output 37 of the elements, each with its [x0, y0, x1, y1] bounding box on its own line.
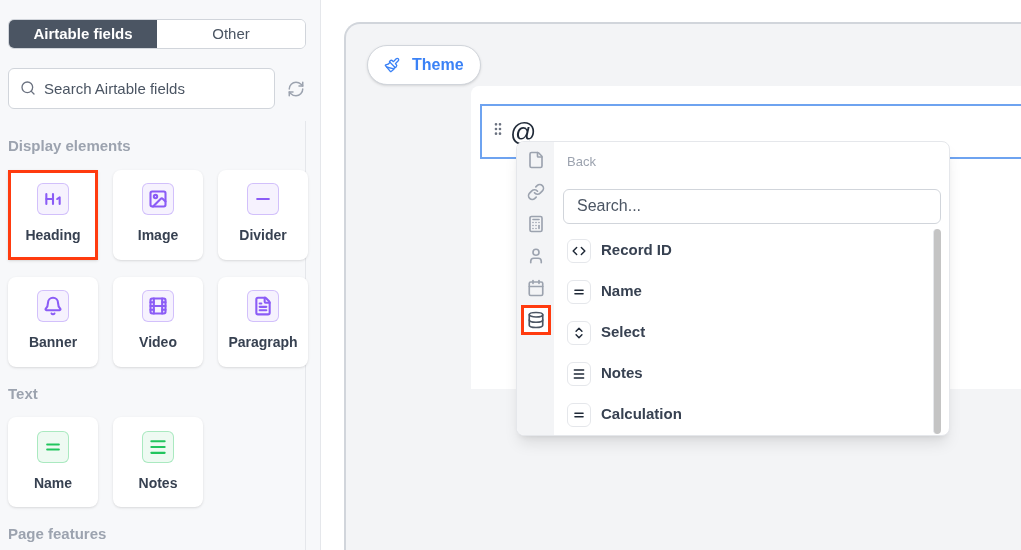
search-field[interactable]: Search...	[563, 188, 941, 224]
field-option[interactable]: Select	[567, 318, 933, 347]
card-label: Image	[137, 226, 179, 245]
element-card[interactable]: Paragraph	[218, 276, 308, 367]
element-card[interactable]: Notes	[113, 417, 203, 507]
equal-lines-icon	[567, 279, 591, 304]
element-card[interactable]: Video	[113, 276, 203, 367]
section-title: Page features	[8, 524, 108, 544]
card-label: Heading	[25, 226, 81, 245]
equal-lines-icon	[567, 402, 591, 427]
search-field[interactable]: Search Airtable fields	[8, 68, 275, 109]
paintbrush-icon	[384, 57, 400, 73]
section-title: Text	[8, 383, 39, 404]
tab[interactable]: Airtable fields	[9, 20, 157, 48]
element-card[interactable]: Banner	[8, 276, 98, 367]
card-label: Notes	[138, 473, 178, 493]
field-option[interactable]: Record ID	[567, 236, 933, 265]
field-option[interactable]: Calculation	[567, 400, 933, 429]
element-card[interactable]: Image	[113, 169, 203, 260]
refresh-icon[interactable]	[287, 79, 305, 98]
search-icon	[20, 80, 36, 96]
card-label: Paragraph	[228, 333, 298, 352]
card-label: Name	[33, 473, 73, 493]
element-card[interactable]: Heading	[8, 169, 98, 260]
chevrons-icon	[567, 320, 591, 345]
theme-button[interactable]: Theme	[367, 45, 481, 85]
database-icon[interactable]	[520, 305, 551, 335]
section-title: Display elements	[8, 136, 132, 156]
card-label: Video	[139, 333, 177, 352]
card-label: Banner	[28, 333, 78, 352]
field-option[interactable]: Notes	[567, 359, 933, 388]
lines-icon	[567, 361, 591, 386]
card-label: Divider	[239, 226, 287, 245]
element-card[interactable]: Name	[8, 417, 98, 507]
element-card[interactable]: Divider	[218, 169, 308, 260]
code-icon	[567, 238, 591, 263]
field-option[interactable]: Name	[567, 277, 933, 306]
